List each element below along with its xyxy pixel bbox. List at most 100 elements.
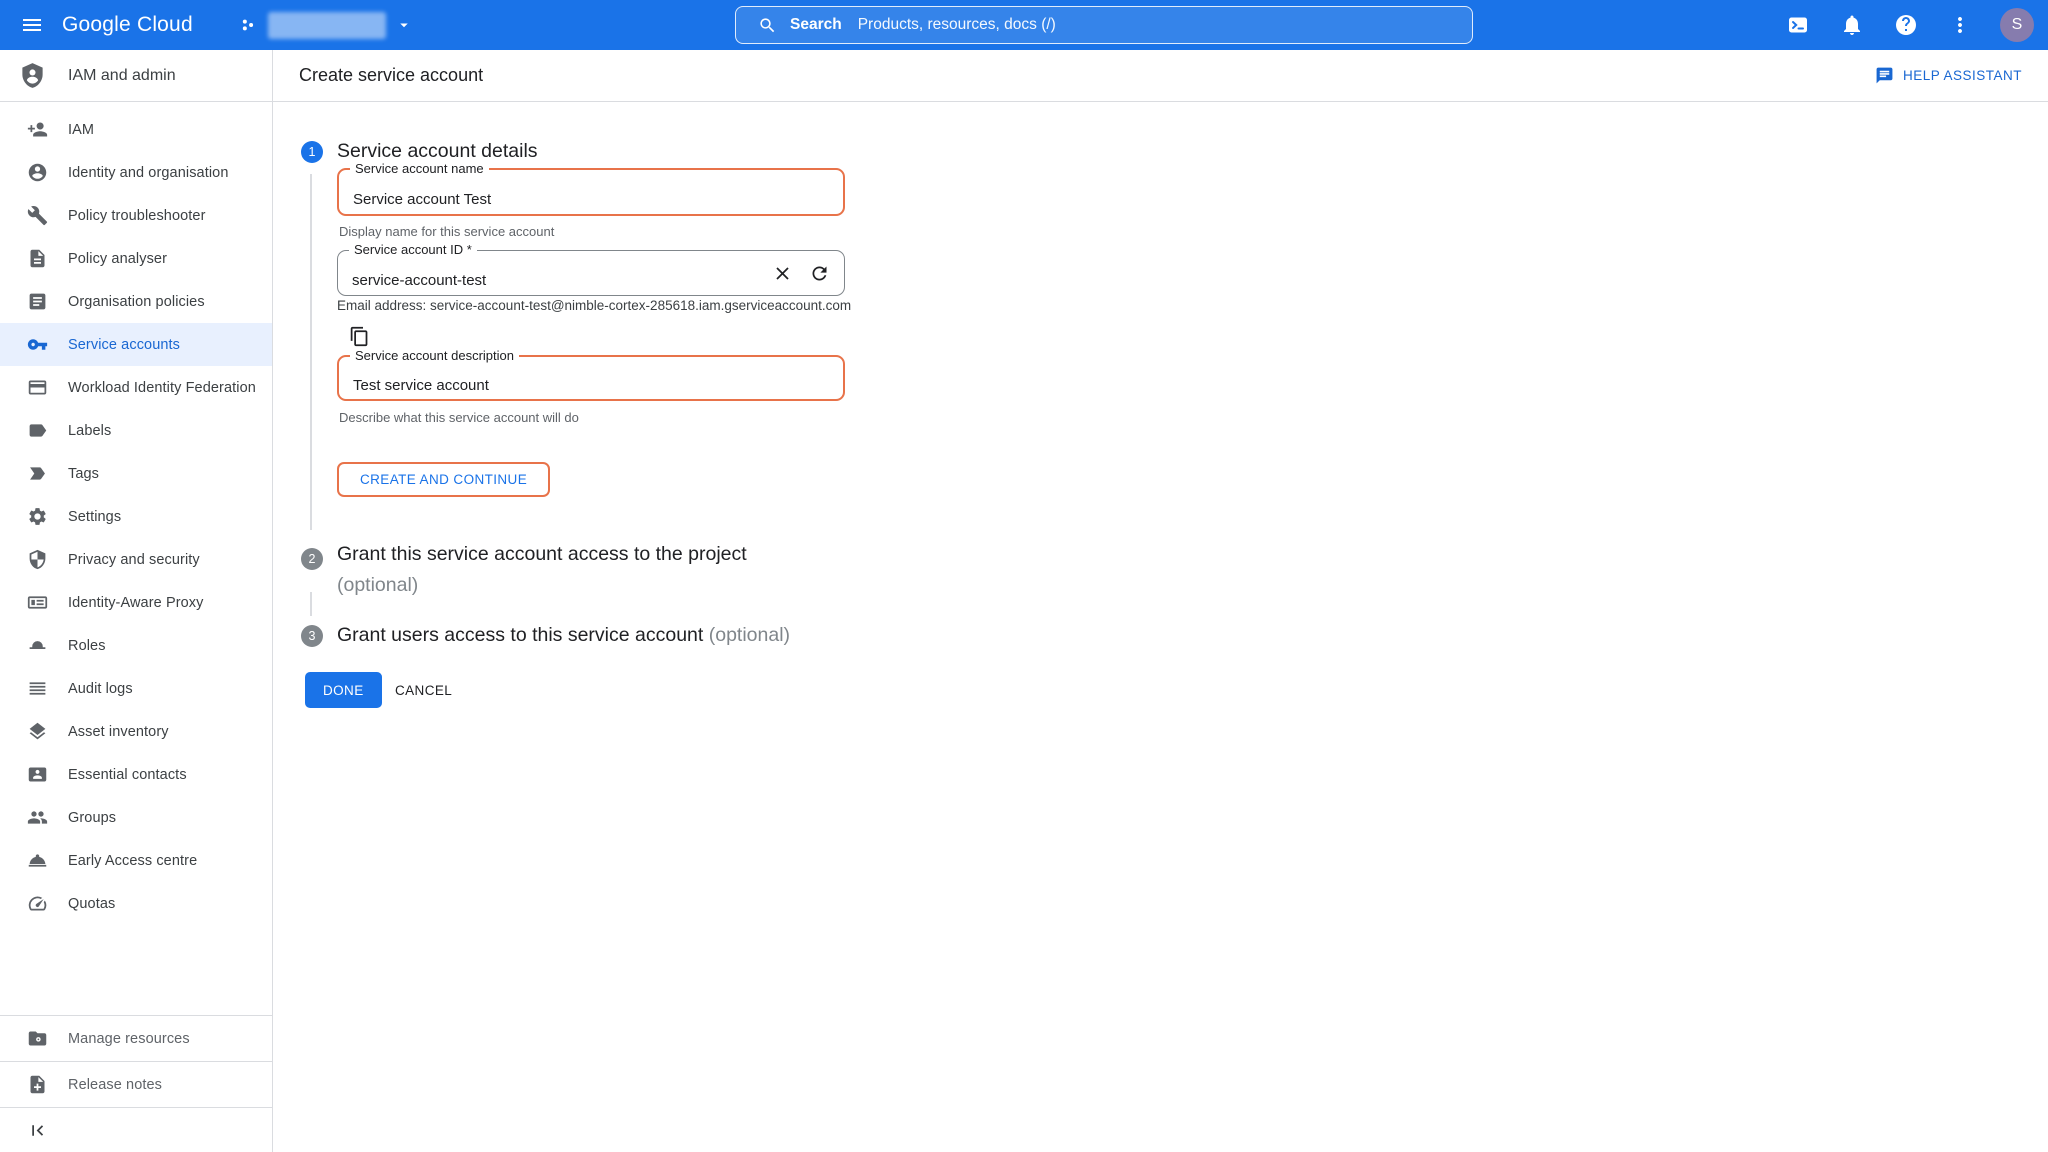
service-account-description-input[interactable] <box>339 357 843 399</box>
sidebar-item-labels[interactable]: Labels <box>0 409 272 452</box>
content-header: Create service account HELP ASSISTANT <box>273 50 2048 102</box>
note-add-icon <box>27 1074 48 1095</box>
service-account-id-field[interactable]: Service account ID * <box>337 250 845 296</box>
list-lines-icon <box>27 678 48 699</box>
service-account-description-label: Service account description <box>350 348 519 363</box>
avatar[interactable]: S <box>2000 8 2034 42</box>
stepper-connector <box>310 592 312 616</box>
key-icon <box>27 334 48 355</box>
wrench-icon <box>27 205 48 226</box>
contact-card-icon <box>27 764 48 785</box>
sidebar-item-essential-contacts[interactable]: Essential contacts <box>0 753 272 796</box>
proxy-icon <box>27 592 48 613</box>
person-add-icon <box>27 119 48 140</box>
sidebar-item-release-notes[interactable]: Release notes <box>0 1061 272 1107</box>
email-address-text: Email address: service-account-test@nimb… <box>337 298 851 313</box>
help-icon[interactable] <box>1894 13 1918 37</box>
project-switcher-icon <box>239 15 259 35</box>
page-title: Create service account <box>299 65 483 86</box>
id-field-actions <box>772 263 830 284</box>
sidebar-item-settings[interactable]: Settings <box>0 495 272 538</box>
project-name-redacted <box>268 12 386 39</box>
service-account-description-field[interactable]: Service account description <box>337 355 845 401</box>
step-3-badge: 3 <box>301 625 323 647</box>
shield-icon <box>27 549 48 570</box>
create-service-account-form: 1 Service account details Service accoun… <box>273 102 2048 1151</box>
sidebar-item-identity-aware-proxy[interactable]: Identity-Aware Proxy <box>0 581 272 624</box>
clear-icon[interactable] <box>772 263 793 284</box>
sidebar-item-roles[interactable]: Roles <box>0 624 272 667</box>
sidebar-item-workload-identity-federation[interactable]: Workload Identity Federation <box>0 366 272 409</box>
sidebar-item-quotas[interactable]: Quotas <box>0 882 272 925</box>
sidebar-item-policy-analyser[interactable]: Policy analyser <box>0 237 272 280</box>
description-helper-text: Describe what this service account will … <box>339 410 579 425</box>
sidebar-collapse-button[interactable] <box>0 1107 272 1152</box>
sidebar-item-privacy-security[interactable]: Privacy and security <box>0 538 272 581</box>
search-placeholder: Products, resources, docs (/) <box>858 16 1056 34</box>
sidebar-item-early-access-centre[interactable]: Early Access centre <box>0 839 272 882</box>
help-assistant-button[interactable]: HELP ASSISTANT <box>1875 66 2022 85</box>
sidebar-item-tags[interactable]: Tags <box>0 452 272 495</box>
sidebar-header: IAM and admin <box>0 50 272 102</box>
google-cloud-logo: Google Cloud <box>62 13 193 37</box>
service-account-id-label: Service account ID * <box>349 242 477 257</box>
sidebar-nav: IAM Identity and organisation Policy tro… <box>0 102 272 925</box>
hat-icon <box>27 635 48 656</box>
service-account-name-input[interactable] <box>339 170 843 214</box>
sidebar-item-groups[interactable]: Groups <box>0 796 272 839</box>
sidebar-item-service-accounts[interactable]: Service accounts <box>0 323 272 366</box>
content-area: Create service account HELP ASSISTANT 1 … <box>273 50 2048 1152</box>
sidebar-footer: Manage resources Release notes <box>0 1015 272 1152</box>
done-button[interactable]: DONE <box>305 672 382 708</box>
article-icon <box>27 291 48 312</box>
service-bell-icon <box>27 850 48 871</box>
stepper-connector <box>310 174 312 530</box>
gear-icon <box>27 506 48 527</box>
service-account-name-field[interactable]: Service account name <box>337 168 845 216</box>
cloud-shell-icon[interactable] <box>1786 13 1810 37</box>
people-icon <box>27 807 48 828</box>
copy-icon[interactable] <box>349 326 370 347</box>
name-helper-text: Display name for this service account <box>339 224 554 239</box>
service-account-name-label: Service account name <box>350 161 489 176</box>
step-2-title: Grant this service account access to the… <box>337 539 957 601</box>
collapse-panel-icon <box>27 1120 48 1141</box>
more-vert-icon[interactable] <box>1948 13 1972 37</box>
create-and-continue-button[interactable]: CREATE AND CONTINUE <box>337 462 550 497</box>
account-circle-icon <box>27 162 48 183</box>
shield-person-icon <box>19 62 46 89</box>
step-1-badge: 1 <box>301 141 323 163</box>
folder-gear-icon <box>27 1028 48 1049</box>
step-2-optional: (optional) <box>337 574 418 596</box>
tag-arrow-icon <box>27 463 48 484</box>
step-2-badge: 2 <box>301 548 323 570</box>
layers-icon <box>27 721 48 742</box>
topbar: Google Cloud Search Products, resources,… <box>0 0 2048 50</box>
badge-icon <box>27 377 48 398</box>
sidebar-item-asset-inventory[interactable]: Asset inventory <box>0 710 272 753</box>
notifications-icon[interactable] <box>1840 13 1864 37</box>
sidebar-item-policy-troubleshooter[interactable]: Policy troubleshooter <box>0 194 272 237</box>
chevron-down-icon <box>395 16 413 34</box>
sidebar-title: IAM and admin <box>68 67 176 85</box>
sidebar-item-audit-logs[interactable]: Audit logs <box>0 667 272 710</box>
search-icon <box>758 16 777 35</box>
project-selector[interactable] <box>239 12 413 39</box>
search-label: Search <box>790 16 842 34</box>
cancel-button[interactable]: CANCEL <box>379 672 468 708</box>
chat-icon <box>1875 66 1894 85</box>
label-icon <box>27 420 48 441</box>
sidebar-item-identity-organisation[interactable]: Identity and organisation <box>0 151 272 194</box>
search-bar[interactable]: Search Products, resources, docs (/) <box>735 6 1473 44</box>
service-account-id-input[interactable] <box>338 251 718 295</box>
step-3-title: Grant users access to this service accou… <box>337 620 790 651</box>
topbar-actions: S <box>1756 0 2034 50</box>
menu-icon[interactable] <box>20 13 44 37</box>
sidebar-item-manage-resources[interactable]: Manage resources <box>0 1015 272 1061</box>
step-3-optional: (optional) <box>709 624 790 646</box>
sidebar: IAM and admin IAM Identity and organisat… <box>0 50 273 1152</box>
sidebar-item-organisation-policies[interactable]: Organisation policies <box>0 280 272 323</box>
refresh-icon[interactable] <box>809 263 830 284</box>
gauge-icon <box>27 893 48 914</box>
sidebar-item-iam[interactable]: IAM <box>0 108 272 151</box>
